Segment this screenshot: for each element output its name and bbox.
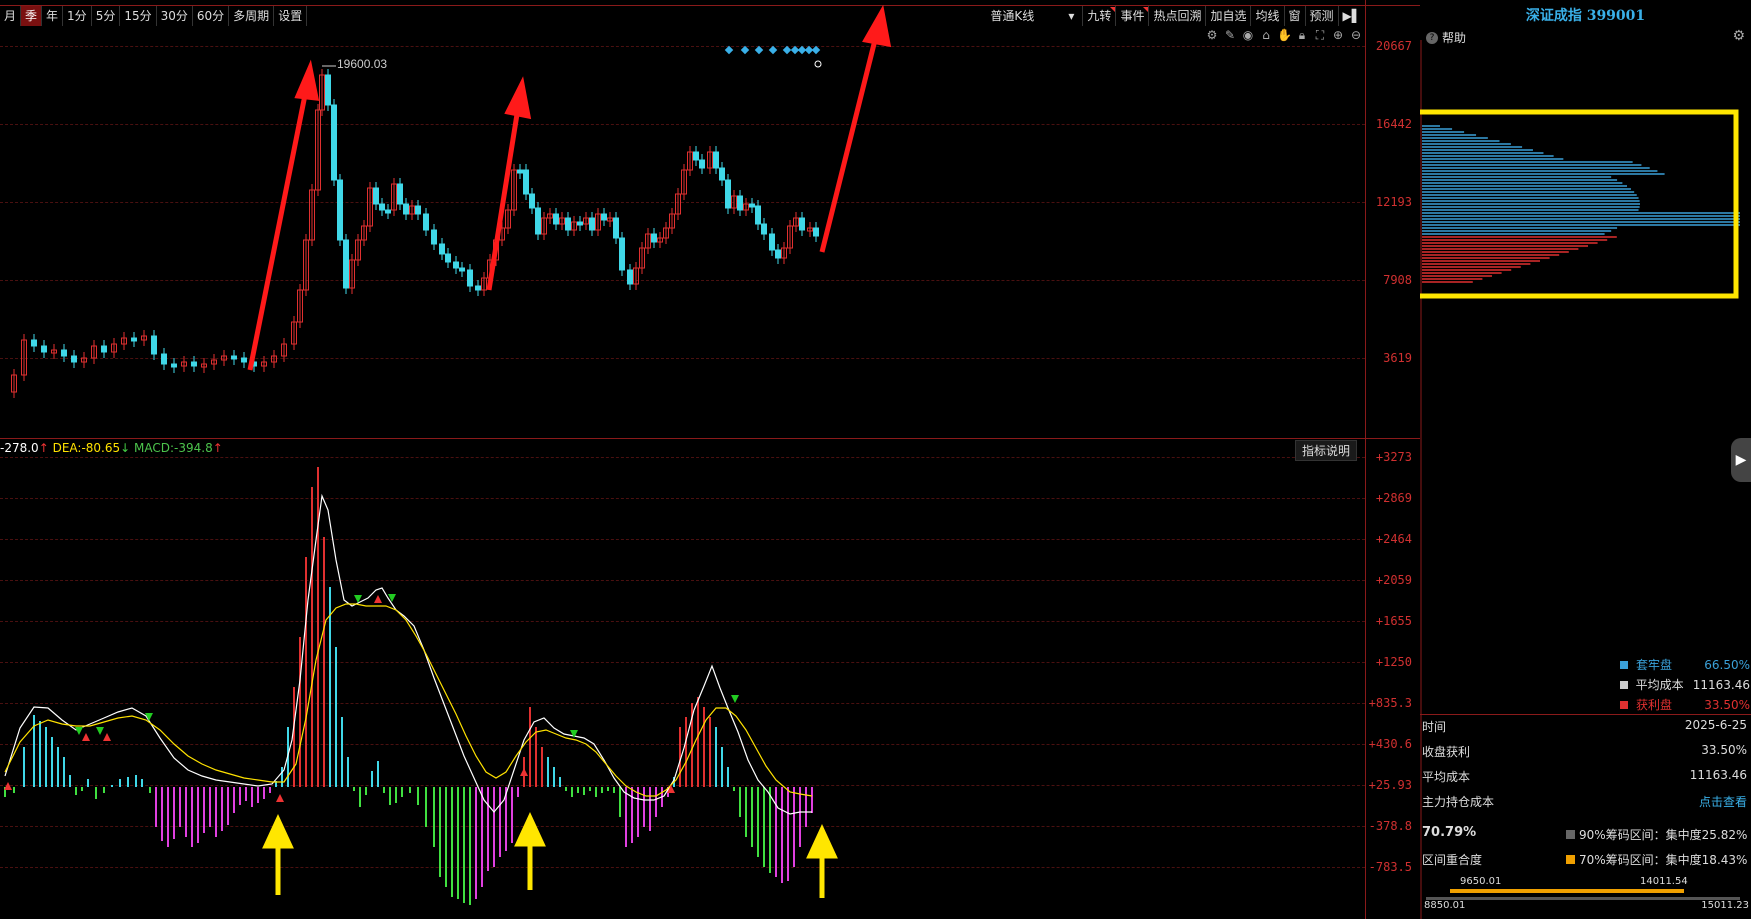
- info-main-cost: 主力持仓成本 点击查看: [1422, 793, 1747, 810]
- basket-icon[interactable]: ⌂: [1259, 28, 1273, 42]
- macd-axis-label: +2464: [1375, 532, 1412, 546]
- period-1min[interactable]: 1分: [63, 6, 92, 26]
- macd-axis-label: +3273: [1375, 450, 1412, 464]
- period-multi[interactable]: 多周期: [229, 6, 275, 26]
- tool-moving-average[interactable]: 均线: [1250, 6, 1283, 26]
- period-month[interactable]: 月: [0, 6, 22, 26]
- tool-hotspot[interactable]: 热点回溯: [1148, 6, 1205, 26]
- macd-legend: -278.0↑ DEA:-80.65↓ MACD:-394.8↑: [0, 441, 223, 455]
- candlesticks: [11, 69, 819, 398]
- zoom-in-icon[interactable]: ⊕: [1331, 28, 1345, 42]
- main-chart-area[interactable]: 20667 16442 12193 7908 3619 +3273 +2869 …: [0, 0, 1420, 919]
- zoom-out-icon[interactable]: ⊖: [1349, 28, 1363, 42]
- price-axis-label: 3619: [1383, 351, 1412, 365]
- overlap-value: 70.79%: [1422, 825, 1477, 840]
- period-quarter[interactable]: 季: [21, 6, 43, 26]
- indicator-help-button[interactable]: 指标说明: [1295, 440, 1358, 461]
- macd-axis-label: +1655: [1375, 614, 1412, 628]
- expand-handle[interactable]: ▶: [1731, 438, 1751, 482]
- price-axis-label: 20667: [1375, 39, 1412, 53]
- period-toolbar: 月 季 年 1分 5分 15分 30分 60分 多周期 设置 普通K线 ▾ 九转…: [0, 5, 1365, 27]
- period-60min[interactable]: 60分: [193, 6, 230, 26]
- macd-axis-label: -378.8: [1368, 819, 1412, 833]
- macd-axis-label: -783.5: [1368, 860, 1412, 874]
- range70-bar: [1450, 889, 1684, 893]
- kline-type-select[interactable]: 普通K线 ▾: [982, 6, 1082, 26]
- info-close-profit: 收盘获利 33.50%: [1422, 743, 1747, 759]
- price-axis-label: 16442: [1375, 117, 1412, 131]
- range90-low: 8850.01: [1424, 900, 1466, 911]
- pencil-icon[interactable]: ✎: [1223, 28, 1237, 42]
- dea-line: [4, 603, 813, 797]
- chevron-down-icon: ▾: [1068, 9, 1075, 23]
- tool-predict[interactable]: 预测: [1304, 6, 1338, 26]
- settings-button[interactable]: 设置: [274, 6, 308, 26]
- eye-icon[interactable]: ◉: [1241, 28, 1255, 42]
- bottom-signal-arrows: [262, 812, 838, 898]
- info-time: 时间 2025-6-25: [1422, 718, 1747, 734]
- range-90: 90%筹码区间：集中度25.82%: [1566, 826, 1747, 843]
- period-year[interactable]: 年: [42, 6, 64, 26]
- chart-icon-row: ⚙ ✎ ◉ ⌂ ✋ 🔒︎ ⛶ ⊕ ⊖: [1205, 28, 1363, 42]
- fullscreen-icon[interactable]: ⛶: [1313, 28, 1327, 42]
- price-axis-label: 7908: [1383, 273, 1412, 287]
- macd-axis-label: +2869: [1375, 491, 1412, 505]
- event-markers: [724, 45, 821, 55]
- collapse-panel-icon[interactable]: ▶▌: [1337, 6, 1365, 26]
- legend-avg-cost: 平均成本 11163.46: [1620, 676, 1750, 693]
- chart-tools: 普通K线 ▾ 九转 事件 热点回溯 加自选 均线 窗 预测 ▶▌: [982, 5, 1365, 27]
- macd-axis-label: +835.3: [1368, 696, 1412, 710]
- dif-line: [4, 493, 812, 815]
- info-avg-cost: 平均成本 11163.46: [1422, 768, 1747, 784]
- hand-icon[interactable]: ✋: [1277, 28, 1292, 42]
- peak-label: 19600.03: [337, 57, 387, 71]
- period-30min[interactable]: 30分: [157, 6, 193, 26]
- lock-icon[interactable]: 🔒︎: [1295, 28, 1309, 42]
- macd-axis-label: +25.93: [1368, 778, 1412, 792]
- overlap-label: 区间重合度: [1422, 853, 1483, 867]
- tool-jiuzhuan[interactable]: 九转: [1082, 6, 1116, 26]
- settings-icon[interactable]: ⚙: [1205, 28, 1219, 42]
- range-70: 70%筹码区间：集中度18.43%: [1566, 851, 1747, 868]
- price-axis-label: 12193: [1375, 195, 1412, 209]
- chart-canvas[interactable]: 19600.03: [0, 0, 1365, 919]
- legend-profit: 获利盘 33.50%: [1620, 696, 1750, 713]
- range70-low: 9650.01: [1460, 876, 1502, 887]
- period-5min[interactable]: 5分: [92, 6, 121, 26]
- tool-events[interactable]: 事件: [1115, 6, 1149, 26]
- range70-high: 14011.54: [1640, 876, 1688, 887]
- view-main-cost-link[interactable]: 点击查看: [1699, 793, 1747, 810]
- chip-distribution-panel: 深证成指 399001 ? 帮助 ⚙ ▶ 套牢盘 66.50% 平均成本 111…: [1420, 0, 1751, 919]
- macd-axis-label: +2059: [1375, 573, 1412, 587]
- tool-add-watchlist[interactable]: 加自选: [1205, 6, 1250, 26]
- legend-trapped: 套牢盘 66.50%: [1620, 656, 1750, 673]
- period-15min[interactable]: 15分: [120, 6, 157, 26]
- macd-histogram: [4, 467, 813, 905]
- tool-window[interactable]: 窗: [1283, 6, 1305, 26]
- macd-axis-label: +430.6: [1368, 737, 1412, 751]
- range90-bar: [1426, 897, 1740, 900]
- range90-high: 15011.23: [1701, 900, 1749, 911]
- macd-axis-label: +1250: [1375, 655, 1412, 669]
- macd-signal-markers: [4, 594, 739, 802]
